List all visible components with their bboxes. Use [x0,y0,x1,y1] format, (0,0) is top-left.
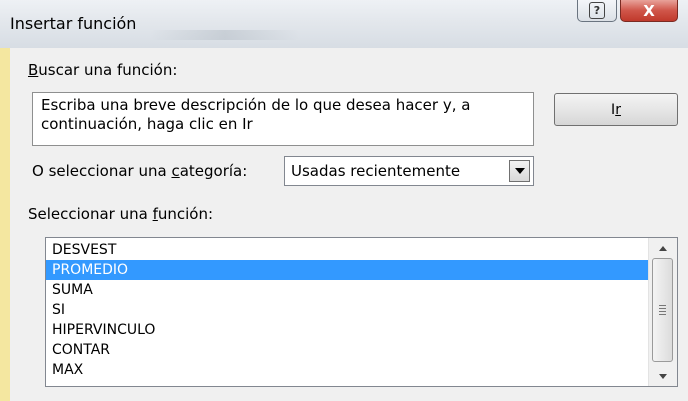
scroll-down-button[interactable] [649,367,677,385]
window-edge-stripe [0,48,10,401]
function-list-item[interactable]: SUMA [46,280,649,300]
grip-icon [659,305,666,315]
help-icon: ? [589,2,605,19]
arrow-up-icon [659,245,667,251]
functions-label-rest: unción: [157,205,214,223]
vertical-scrollbar[interactable] [648,238,677,386]
scroll-up-button[interactable] [649,239,677,257]
function-list-item[interactable]: MAX [46,360,649,380]
function-list-item[interactable]: DESVEST [46,240,649,260]
search-label-accesskey: B [28,61,39,79]
category-label-prefix: O seleccionar una [32,162,172,180]
category-label-rest: ategoría: [179,162,248,180]
function-list[interactable]: DESVEST PROMEDIO SUMA SI HIPERVINCULO CONTAR M… [45,237,678,387]
category-label: O seleccionar una categoría: [32,162,247,180]
help-button[interactable]: ? [577,0,617,22]
function-list-item[interactable]: SI [46,300,649,320]
search-label: Buscar una función: [28,61,177,79]
close-button[interactable]: X [620,0,678,22]
dialog-title: Insertar función [10,14,137,33]
function-list-item[interactable]: HIPERVINCULO [46,320,649,340]
functions-label: Seleccionar una función: [28,205,213,223]
category-selected-value: Usadas recientemente [291,162,461,180]
close-icon: X [643,1,655,20]
category-select[interactable]: Usadas recientemente [284,156,534,186]
go-button-accesskey: r [615,101,621,118]
dropdown-button[interactable] [509,160,530,182]
go-button[interactable]: Ir [554,93,678,126]
category-label-accesskey: c [171,162,180,180]
arrow-down-icon [659,373,667,379]
functions-label-prefix: Seleccionar una [28,205,153,223]
insert-function-dialog: Insertar función ? X Buscar una función:… [0,0,688,401]
scroll-thumb[interactable] [652,258,673,362]
search-label-rest: uscar una función: [38,61,178,79]
function-list-item[interactable]: PROMEDIO [46,260,649,280]
function-list-items: DESVEST PROMEDIO SUMA SI HIPERVINCULO CONTAR M… [46,240,649,380]
function-list-item[interactable]: CONTAR [46,340,649,360]
title-bar: Insertar función ? X [0,0,688,48]
title-bar-shading [150,30,300,40]
chevron-down-icon [514,168,525,174]
function-search-input[interactable]: Escriba una breve descripción de lo que … [32,92,534,146]
